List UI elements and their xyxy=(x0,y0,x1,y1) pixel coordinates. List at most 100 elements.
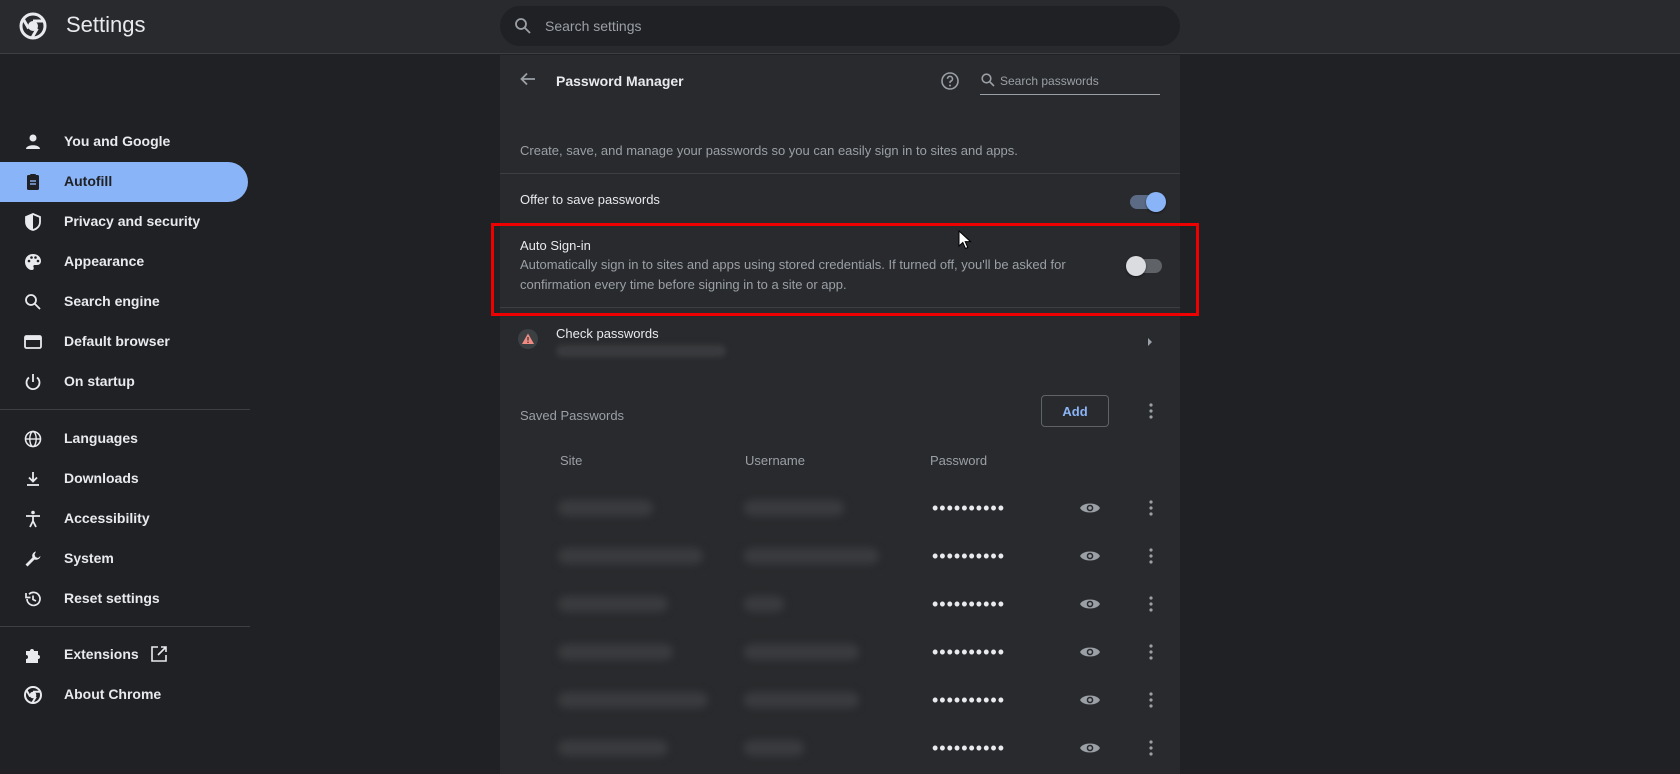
more-vert-icon[interactable] xyxy=(1141,738,1161,758)
auto-signin-label: Auto Sign-in xyxy=(520,238,591,253)
search-icon xyxy=(981,73,995,87)
sidebar-item-label: On startup xyxy=(64,373,135,389)
mouse-cursor-icon xyxy=(958,230,972,250)
divider xyxy=(500,224,1180,225)
more-vert-icon[interactable] xyxy=(1141,546,1161,566)
shield-icon xyxy=(25,213,41,231)
sidebar-item-label: You and Google xyxy=(64,133,171,149)
password-cell: •••••••••• xyxy=(932,642,1006,662)
sidebar-item-system[interactable]: System xyxy=(0,539,248,579)
username-cell xyxy=(744,596,784,612)
column-header-site: Site xyxy=(560,453,583,468)
password-manager-card: Password Manager Create, save, and manag… xyxy=(500,55,1180,774)
sidebar-item-label: Downloads xyxy=(64,470,139,486)
auto-signin-description-line2: confirmation every time before signing i… xyxy=(520,277,847,292)
sidebar-item-label: Languages xyxy=(64,430,138,446)
check-passwords-status xyxy=(556,345,726,357)
toggle-knob xyxy=(1126,256,1146,276)
password-manager-header: Password Manager xyxy=(500,55,1180,105)
sidebar-item-accessibility[interactable]: Accessibility xyxy=(0,499,248,539)
page-description: Create, save, and manage your passwords … xyxy=(520,143,1018,158)
chevron-right-icon xyxy=(1148,338,1152,346)
check-passwords-label: Check passwords xyxy=(556,326,659,341)
table-row[interactable]: •••••••••• xyxy=(500,676,1180,724)
auto-signin-toggle[interactable] xyxy=(1126,256,1162,276)
more-vert-icon[interactable] xyxy=(1141,642,1161,662)
username-cell xyxy=(744,644,859,660)
warning-icon xyxy=(518,329,538,349)
table-row[interactable]: •••••••••• xyxy=(500,580,1180,628)
palette-icon xyxy=(25,254,41,270)
username-cell xyxy=(744,500,844,516)
sidebar-item-label: Search engine xyxy=(64,293,160,309)
sidebar-item-label: Autofill xyxy=(64,173,113,189)
eye-icon[interactable] xyxy=(1079,642,1101,662)
site-cell xyxy=(558,548,703,564)
back-arrow-icon[interactable] xyxy=(518,69,538,89)
column-header-username: Username xyxy=(745,453,805,468)
divider xyxy=(500,173,1180,174)
app-title: Settings xyxy=(66,12,146,37)
search-settings-input[interactable] xyxy=(545,6,1145,46)
globe-icon xyxy=(24,430,42,448)
saved-passwords-heading: Saved Passwords xyxy=(520,408,625,423)
column-header-password: Password xyxy=(930,453,988,468)
username-cell xyxy=(744,548,879,564)
settings-search[interactable] xyxy=(500,6,1180,46)
sidebar-item-languages[interactable]: Languages xyxy=(0,419,248,459)
password-search[interactable] xyxy=(980,69,1160,95)
accessibility-icon xyxy=(26,510,40,528)
password-cell: •••••••••• xyxy=(932,498,1006,518)
table-row[interactable]: •••••••••• xyxy=(500,532,1180,580)
search-icon xyxy=(515,18,531,34)
sidebar-item-privacy-and-security[interactable]: Privacy and security xyxy=(0,202,248,242)
table-row[interactable]: •••••••••• xyxy=(500,724,1180,772)
more-vert-icon[interactable] xyxy=(1141,690,1161,710)
eye-icon[interactable] xyxy=(1079,594,1101,614)
power-icon xyxy=(25,374,41,391)
username-cell xyxy=(744,692,859,708)
sidebar-item-downloads[interactable]: Downloads xyxy=(0,459,248,499)
history-icon xyxy=(25,591,41,607)
eye-icon[interactable] xyxy=(1079,738,1101,758)
search-passwords-input[interactable] xyxy=(1000,69,1160,93)
sidebar-item-label: Privacy and security xyxy=(64,213,201,229)
search-icon xyxy=(25,294,41,310)
password-cell: •••••••••• xyxy=(932,594,1006,614)
password-cell: •••••••••• xyxy=(932,690,1006,710)
sidebar-item-autofill[interactable]: Autofill xyxy=(0,162,248,202)
table-row[interactable]: •••••••••• xyxy=(500,628,1180,676)
sidebar-item-about-chrome[interactable]: About Chrome xyxy=(0,675,248,715)
person-icon xyxy=(26,134,40,149)
sidebar-item-search-engine[interactable]: Search engine xyxy=(0,282,248,322)
sidebar-item-appearance[interactable]: Appearance xyxy=(0,242,248,282)
download-icon xyxy=(27,472,39,486)
sidebar-item-on-startup[interactable]: On startup xyxy=(0,362,248,402)
more-vert-icon[interactable] xyxy=(1141,498,1161,518)
eye-icon[interactable] xyxy=(1079,498,1101,518)
sidebar-item-reset-settings[interactable]: Reset settings xyxy=(0,579,248,619)
wrench-icon xyxy=(25,551,41,567)
check-passwords-row[interactable]: Check passwords xyxy=(500,308,1180,364)
puzzle-icon xyxy=(26,649,40,663)
sidebar-divider xyxy=(0,409,250,410)
top-bar: Settings xyxy=(0,0,1680,54)
help-icon[interactable] xyxy=(940,71,960,91)
add-password-button[interactable]: Add xyxy=(1041,395,1109,427)
password-cell: •••••••••• xyxy=(932,738,1006,758)
sidebar-item-label: About Chrome xyxy=(64,686,162,702)
chrome-icon xyxy=(24,686,42,704)
sidebar-item-extensions[interactable]: Extensions xyxy=(0,635,248,675)
table-row[interactable]: •••••••••• xyxy=(500,484,1180,532)
eye-icon[interactable] xyxy=(1079,690,1101,710)
page-title: Password Manager xyxy=(556,73,684,89)
more-vert-icon[interactable] xyxy=(1141,594,1161,614)
sidebar-item-default-browser[interactable]: Default browser xyxy=(0,322,248,362)
more-vert-icon[interactable] xyxy=(1141,401,1161,421)
browser-window-icon xyxy=(24,335,42,349)
offer-to-save-toggle[interactable] xyxy=(1130,192,1166,212)
site-cell xyxy=(558,596,668,612)
eye-icon[interactable] xyxy=(1079,546,1101,566)
toggle-knob xyxy=(1146,192,1166,212)
sidebar-item-you-and-google[interactable]: You and Google xyxy=(0,122,248,162)
